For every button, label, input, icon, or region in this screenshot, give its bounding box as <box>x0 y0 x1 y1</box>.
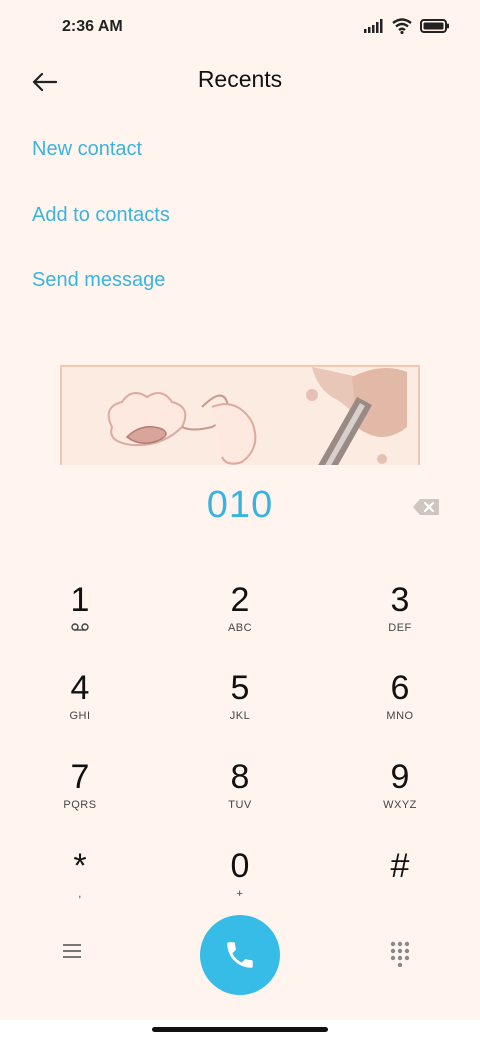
key-digit: 6 <box>390 669 410 707</box>
key-8[interactable]: 8 TUV <box>180 757 300 837</box>
signal-icon <box>364 19 383 33</box>
backspace-button[interactable] <box>412 498 442 518</box>
key-digit: 3 <box>390 581 410 619</box>
key-letters: TUV <box>228 799 252 811</box>
voicemail-icon <box>20 622 140 635</box>
home-indicator[interactable] <box>152 1027 328 1032</box>
key-digit: 8 <box>230 758 250 796</box>
key-digit: 7 <box>70 758 90 796</box>
key-star[interactable]: * , <box>20 846 140 926</box>
new-contact-link[interactable]: New contact <box>32 138 142 161</box>
key-letters: WXYZ <box>383 799 417 811</box>
key-5[interactable]: 5 JKL <box>180 668 300 748</box>
send-message-link[interactable]: Send message <box>32 269 165 292</box>
dialpad-icon <box>390 941 410 968</box>
backspace-icon <box>413 499 439 515</box>
key-1[interactable]: 1 <box>20 580 140 660</box>
bottom-bar <box>0 915 480 995</box>
key-letters: + <box>236 888 244 900</box>
header: Recents <box>0 56 480 110</box>
key-letters: , <box>78 888 82 900</box>
key-letters: ABC <box>227 622 253 634</box>
key-letters: DEF <box>388 622 412 634</box>
key-letters: PQRS <box>63 799 97 811</box>
key-2[interactable]: 2 ABC <box>180 580 300 660</box>
decorative-banner <box>60 365 420 465</box>
key-digit: * <box>73 847 87 885</box>
key-4[interactable]: 4 GHI <box>20 668 140 748</box>
banner-illustration <box>62 367 418 465</box>
key-hash[interactable]: # <box>340 846 460 926</box>
menu-button[interactable] <box>62 943 94 967</box>
key-digit: 2 <box>230 581 250 619</box>
dialpad-button[interactable] <box>390 941 414 969</box>
key-9[interactable]: 9 WXYZ <box>340 757 460 837</box>
phone-icon <box>227 942 253 968</box>
key-digit: 4 <box>70 669 90 707</box>
menu-icon <box>63 944 81 958</box>
key-digit: 5 <box>230 669 250 707</box>
key-digit: # <box>390 847 410 885</box>
key-digit: 0 <box>230 847 250 885</box>
key-0[interactable]: 0 + <box>180 846 300 926</box>
key-7[interactable]: 7 PQRS <box>20 757 140 837</box>
key-letters: JKL <box>229 710 251 722</box>
add-to-contacts-link[interactable]: Add to contacts <box>32 204 170 227</box>
key-digit: 9 <box>390 758 410 796</box>
key-letters: GHI <box>69 710 91 722</box>
status-bar: 2:36 AM <box>0 0 480 56</box>
key-6[interactable]: 6 MNO <box>340 668 460 748</box>
call-button[interactable] <box>200 915 280 995</box>
status-time: 2:36 AM <box>62 18 123 35</box>
status-icons <box>364 18 450 34</box>
key-letters: MNO <box>386 710 414 722</box>
key-digit: 1 <box>70 581 90 619</box>
key-3[interactable]: 3 DEF <box>340 580 460 660</box>
battery-icon <box>420 19 449 33</box>
page-title: Recents <box>197 66 283 92</box>
wifi-icon <box>392 18 412 34</box>
dialed-number: 010 <box>206 484 274 526</box>
